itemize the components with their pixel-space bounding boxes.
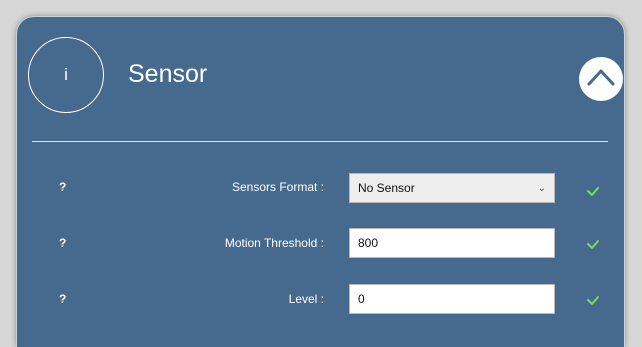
- check-icon: [587, 187, 599, 196]
- check-icon: [587, 296, 599, 305]
- level-input[interactable]: 0: [349, 284, 555, 314]
- chevron-up-icon: [587, 69, 615, 86]
- motion-threshold-value: 800: [358, 236, 379, 250]
- chevron-down-icon: ⌄: [537, 183, 546, 194]
- help-icon-level[interactable]: ?: [59, 292, 66, 306]
- info-icon: i: [28, 37, 104, 113]
- level-value: 0: [358, 292, 365, 306]
- check-icon: [587, 240, 599, 249]
- info-icon-glyph: i: [64, 65, 68, 84]
- motion-threshold-input[interactable]: 800: [349, 228, 555, 258]
- panel-title: Sensor: [128, 60, 208, 88]
- sensors-format-select[interactable]: No Sensor ⌄: [349, 173, 555, 203]
- window-backdrop: i Sensor ? Sensors Format : No Sensor ⌄ …: [0, 0, 642, 347]
- motion-threshold-label: Motion Threshold :: [224, 236, 324, 250]
- level-label: Level :: [288, 292, 324, 306]
- sensors-format-value: No Sensor: [358, 181, 415, 195]
- collapse-button[interactable]: [579, 57, 623, 101]
- sensors-format-label: Sensors Format :: [231, 180, 324, 194]
- help-icon-sensors-format[interactable]: ?: [59, 180, 66, 194]
- sensor-panel: i Sensor ? Sensors Format : No Sensor ⌄ …: [16, 16, 625, 347]
- header-divider: [32, 141, 608, 142]
- help-icon-motion-threshold[interactable]: ?: [59, 236, 66, 250]
